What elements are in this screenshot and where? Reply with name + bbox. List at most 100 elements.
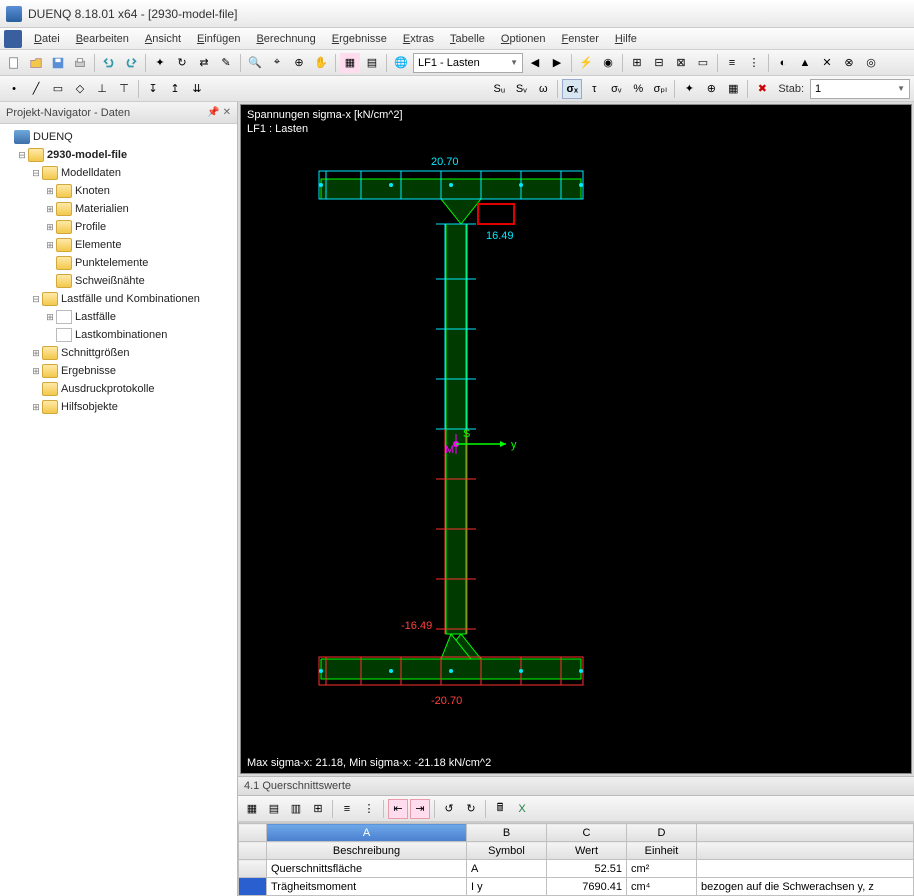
col-header[interactable]: B	[467, 824, 547, 842]
tool-icon[interactable]: ⊤	[114, 79, 134, 99]
globe-icon[interactable]: 🌐	[391, 53, 411, 73]
tool-icon[interactable]: ⊞	[627, 53, 647, 73]
menu-optionen[interactable]: Optionen	[493, 31, 554, 47]
view-icon[interactable]: ▤	[362, 53, 382, 73]
tree-item[interactable]: Punktelemente	[2, 254, 235, 272]
table-row[interactable]: Trägheitsmoment I y 7690.41 cm⁴ bezogen …	[239, 878, 914, 896]
tree-lastfaelle[interactable]: ⊟Lastfälle und Kombinationen	[2, 290, 235, 308]
tree-item[interactable]: ⊞Profile	[2, 218, 235, 236]
tool-icon[interactable]: ▲	[795, 53, 815, 73]
tool-icon[interactable]: ≡	[722, 53, 742, 73]
tool-icon[interactable]: ⋮	[744, 53, 764, 73]
tool-icon[interactable]: ▦	[723, 79, 743, 99]
table-tool-icon[interactable]: ↺	[439, 799, 459, 819]
cell-kommentar[interactable]	[697, 860, 914, 878]
tree-item[interactable]: ⊞Lastfälle	[2, 308, 235, 326]
tool-icon[interactable]: ↥	[165, 79, 185, 99]
tool-icon[interactable]: ▭	[693, 53, 713, 73]
close-icon[interactable]: ✖	[752, 79, 772, 99]
tool-icon[interactable]: ◎	[861, 53, 881, 73]
menu-bearbeiten[interactable]: Bearbeiten	[68, 31, 137, 47]
nav-prev-icon[interactable]: ◀	[525, 53, 545, 73]
cell-einheit[interactable]: cm⁴	[627, 878, 697, 896]
zoom-window-icon[interactable]: 🔍	[245, 53, 265, 73]
zoom-icon[interactable]: ⊕	[289, 53, 309, 73]
table-tool-icon[interactable]: ▤	[264, 799, 284, 819]
tool-icon[interactable]: ↻	[172, 53, 192, 73]
table-tool-icon[interactable]: ⋮	[359, 799, 379, 819]
tool-icon[interactable]: ✦	[679, 79, 699, 99]
row-header[interactable]	[239, 842, 267, 860]
table-tool-icon[interactable]: ▦	[242, 799, 262, 819]
tool-icon[interactable]: ↧	[143, 79, 163, 99]
tree-item[interactable]: ⊞Hilfsobjekte	[2, 398, 235, 416]
tree-modelldaten[interactable]: ⊟Modelldaten	[2, 164, 235, 182]
tool-icon[interactable]: ⊠	[671, 53, 691, 73]
menu-ergebnisse[interactable]: Ergebnisse	[324, 31, 395, 47]
tool-icon[interactable]: ⊟	[649, 53, 669, 73]
redo-icon[interactable]	[121, 53, 141, 73]
new-icon[interactable]	[4, 53, 24, 73]
cell-symbol[interactable]: I y	[467, 878, 547, 896]
sigma-x-icon[interactable]: σₓ	[562, 79, 582, 99]
menu-extras[interactable]: Extras	[395, 31, 442, 47]
sigma-v-icon[interactable]: σᵥ	[606, 79, 626, 99]
tool-icon[interactable]: ⇄	[194, 53, 214, 73]
tree-item[interactable]: ⊞Elemente	[2, 236, 235, 254]
cell-einheit[interactable]: cm²	[627, 860, 697, 878]
tool-icon[interactable]: ◐	[773, 53, 793, 73]
omega-icon[interactable]: ω	[533, 79, 553, 99]
sigma-icon[interactable]: Sᵤ	[489, 79, 509, 99]
zoom-extents-icon[interactable]: ⌖	[267, 53, 287, 73]
table-tool-icon[interactable]: ↻	[461, 799, 481, 819]
cell-wert[interactable]: 7690.41	[547, 878, 627, 896]
tool-icon[interactable]: ⊥	[92, 79, 112, 99]
tool-icon[interactable]: ⊕	[701, 79, 721, 99]
table-tool-icon[interactable]: ⊞	[308, 799, 328, 819]
tool-icon[interactable]: ◇	[70, 79, 90, 99]
table-tool-icon[interactable]: ⇤	[388, 799, 408, 819]
cell-wert[interactable]: 52.51	[547, 860, 627, 878]
cell-beschreibung[interactable]: Trägheitsmoment	[267, 878, 467, 896]
tool-icon[interactable]: ✦	[150, 53, 170, 73]
graphics-viewport[interactable]: Spannungen sigma-x [kN/cm^2] LF1 : Laste…	[240, 104, 912, 774]
tool-icon[interactable]: ✕	[817, 53, 837, 73]
tree-item[interactable]: ⊞Knoten	[2, 182, 235, 200]
col-header[interactable]: C	[547, 824, 627, 842]
menu-hilfe[interactable]: Hilfe	[607, 31, 645, 47]
pin-icon[interactable]: 📌 ✕	[207, 107, 231, 118]
tree-root[interactable]: DUENQ	[2, 128, 235, 146]
tree-item[interactable]: ⊞Materialien	[2, 200, 235, 218]
tree-item[interactable]: Lastkombinationen	[2, 326, 235, 344]
sigma-icon[interactable]: Sᵥ	[511, 79, 531, 99]
col-header[interactable]: A	[267, 824, 467, 842]
calc-icon[interactable]: ⚡	[576, 53, 596, 73]
menu-datei[interactable]: Datei	[26, 31, 68, 47]
menu-fenster[interactable]: Fenster	[554, 31, 607, 47]
cell-symbol[interactable]: A	[467, 860, 547, 878]
tool-icon[interactable]: ⇊	[187, 79, 207, 99]
view-icon[interactable]: ▦	[340, 53, 360, 73]
line-icon[interactable]: ╱	[26, 79, 46, 99]
tree-item[interactable]: ⊞Ergebnisse	[2, 362, 235, 380]
cell-kommentar[interactable]: bezogen auf die Schwerachsen y, z	[697, 878, 914, 896]
col-header[interactable]: D	[627, 824, 697, 842]
nav-next-icon[interactable]: ▶	[547, 53, 567, 73]
table-tool-icon[interactable]: ▥	[286, 799, 306, 819]
corner-cell[interactable]	[239, 824, 267, 842]
row-num[interactable]	[239, 860, 267, 878]
tree-file[interactable]: ⊟2930-model-file	[2, 146, 235, 164]
pan-icon[interactable]: ✋	[311, 53, 331, 73]
tree-item[interactable]: Schweißnähte	[2, 272, 235, 290]
print-icon[interactable]	[70, 53, 90, 73]
table-tool-icon[interactable]: ≡	[337, 799, 357, 819]
element-icon[interactable]: ▭	[48, 79, 68, 99]
undo-icon[interactable]	[99, 53, 119, 73]
table-tool-icon[interactable]: ⇥	[410, 799, 430, 819]
tool-icon[interactable]: ✎	[216, 53, 236, 73]
tau-icon[interactable]: τ	[584, 79, 604, 99]
app-menu-icon[interactable]	[4, 30, 22, 48]
tree-item[interactable]: ⊞Schnittgrößen	[2, 344, 235, 362]
menu-einfuegen[interactable]: Einfügen	[189, 31, 248, 47]
save-icon[interactable]	[48, 53, 68, 73]
